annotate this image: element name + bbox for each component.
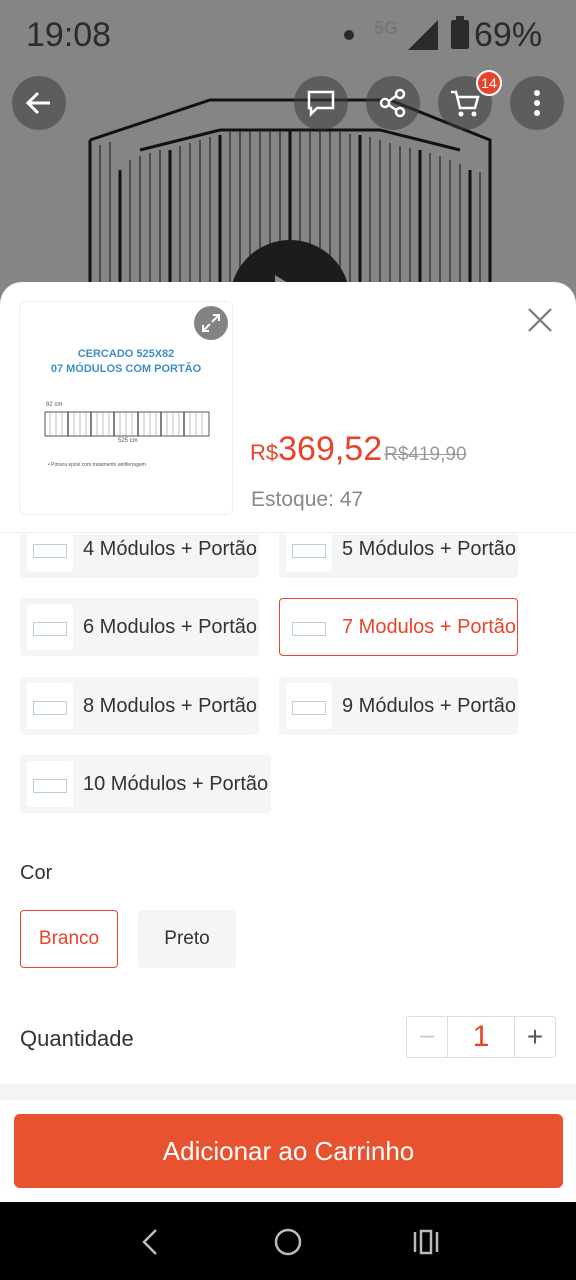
add-to-cart-button[interactable]: Adicionar ao Carrinho	[14, 1114, 563, 1188]
price-currency: R$	[250, 440, 279, 465]
variation-option-4[interactable]: 4 Módulos + Portão	[20, 534, 259, 578]
quantity-decrease-button[interactable]: −	[407, 1017, 448, 1057]
variation-label: 8 Modulos + Portão	[83, 694, 257, 717]
arrow-left-icon	[25, 91, 50, 115]
variation-thumbnail	[286, 683, 332, 729]
price-value: 369,52	[278, 430, 383, 468]
quantity-value[interactable]: 1	[448, 1017, 514, 1057]
status-bar: 19:08 5G 69%	[0, 0, 576, 70]
notification-dot-icon	[344, 30, 354, 40]
nav-back-button[interactable]	[130, 1222, 170, 1262]
quantity-increase-button[interactable]: +	[514, 1017, 555, 1057]
more-button[interactable]	[510, 76, 564, 130]
variation-option-10[interactable]: 10 Módulos + Portão	[20, 755, 271, 813]
variation-thumbnail	[27, 534, 73, 572]
status-time: 19:08	[26, 16, 112, 54]
variation-option-5[interactable]: 5 Módulos + Portão	[279, 534, 518, 578]
signal-icon	[408, 20, 438, 50]
thumb-title-line1: CERCADO 525X82	[77, 348, 175, 360]
more-vertical-icon	[534, 90, 540, 116]
share-icon	[379, 88, 406, 118]
nav-home-button[interactable]	[268, 1222, 308, 1262]
variation-option-8[interactable]: 8 Modulos + Portão	[20, 677, 259, 735]
stock-count: Estoque: 47	[251, 488, 364, 511]
variation-thumbnail	[27, 761, 73, 807]
variation-bottom-sheet: CERCADO 525X82 07 MÓDULOS COM PORTÃO 82 …	[0, 282, 576, 1202]
variation-label: 6 Modulos + Portão	[83, 615, 257, 638]
quantity-label: Quantidade	[20, 1026, 134, 1051]
variation-label: 9 Módulos + Portão	[342, 694, 516, 717]
share-button[interactable]	[366, 76, 420, 130]
variation-thumbnail	[286, 534, 332, 572]
cart-icon	[451, 90, 480, 117]
color-option-branco[interactable]: Branco	[20, 910, 118, 968]
price-row: R$ 369,52 R$419,90	[250, 430, 467, 469]
thumb-dim-width: 525 cm	[118, 438, 138, 444]
close-button[interactable]	[524, 304, 556, 336]
fence-diagram	[44, 411, 210, 437]
thumb-note: • Pintura epóxi com tratamento antiferru…	[48, 462, 146, 468]
cart-count-badge: 14	[476, 70, 502, 96]
variation-option-6[interactable]: 6 Modulos + Portão	[20, 598, 259, 656]
variation-option-7[interactable]: 7 Modulos + Portão	[279, 598, 518, 656]
home-circle-icon	[274, 1228, 302, 1256]
chat-button[interactable]	[294, 76, 348, 130]
thumb-title-line2: 07 MÓDULOS COM PORTÃO	[50, 363, 202, 375]
variation-label: 7 Modulos + Portão	[342, 615, 516, 638]
color-option-preto[interactable]: Preto	[138, 910, 236, 968]
chevron-left-icon	[142, 1229, 157, 1255]
chat-icon	[307, 90, 335, 118]
quantity-stepper: − 1 +	[406, 1016, 556, 1058]
nav-recents-button[interactable]	[406, 1222, 446, 1262]
battery-icon	[451, 16, 469, 49]
variation-options: 4 Módulos + Portão 5 Módulos + Portão 6 …	[0, 534, 576, 834]
back-button[interactable]	[12, 76, 66, 130]
expand-icon	[202, 314, 220, 332]
system-navigation-bar	[0, 1202, 576, 1280]
variation-thumbnail	[27, 683, 73, 729]
expand-image-button[interactable]	[194, 306, 228, 340]
variation-thumbnail	[27, 604, 73, 650]
battery-level: 69%	[474, 16, 543, 54]
recents-icon	[413, 1229, 439, 1255]
cart-button[interactable]: 14	[438, 70, 502, 130]
variation-label: 10 Módulos + Portão	[83, 772, 269, 795]
close-icon	[528, 308, 552, 332]
color-section-label: Cor	[20, 862, 53, 884]
variation-label: 4 Módulos + Portão	[83, 537, 257, 560]
variation-option-9[interactable]: 9 Módulos + Portão	[279, 677, 518, 735]
variation-thumbnail	[286, 604, 332, 650]
variation-label: 5 Módulos + Portão	[342, 537, 516, 560]
thumb-dim-height: 82 cm	[46, 402, 63, 408]
original-price: R$419,90	[384, 444, 467, 465]
divider	[0, 532, 576, 533]
section-separator	[0, 1084, 576, 1100]
network-type: 5G	[374, 18, 399, 38]
